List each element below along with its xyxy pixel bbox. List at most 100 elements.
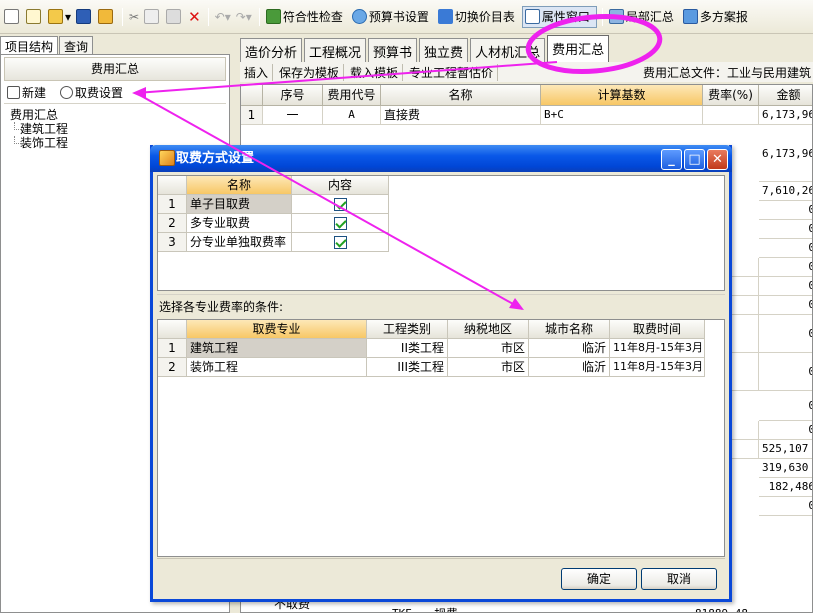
col-header-rate[interactable]: 费率(%): [703, 85, 759, 106]
cancel-button[interactable]: 取消: [641, 568, 717, 590]
budget-settings-button[interactable]: 预算书设置: [350, 6, 435, 28]
cell-region[interactable]: 市区: [448, 358, 529, 377]
export-icon[interactable]: [96, 6, 117, 28]
col-header-region[interactable]: 纳税地区: [448, 320, 529, 339]
tab-query[interactable]: 查询: [59, 36, 94, 54]
col-header-name[interactable]: 名称: [187, 176, 292, 195]
cell-amount[interactable]: 81889.48: [671, 605, 751, 612]
tree-item-building[interactable]: 建筑工程: [10, 122, 220, 136]
cell-city[interactable]: 临沂: [529, 358, 610, 377]
cell-amount[interactable]: 0: [759, 201, 812, 220]
cell-time[interactable]: 11年8月-15年3月: [610, 339, 705, 358]
maximize-button[interactable]: □: [684, 149, 705, 170]
paste-icon[interactable]: [164, 6, 185, 28]
cell-amount[interactable]: 0: [759, 220, 812, 239]
window-icon: [524, 9, 540, 24]
col-header-base[interactable]: 计算基数: [541, 85, 703, 106]
cell-amount[interactable]: 6,173,967: [759, 106, 812, 125]
cell-city[interactable]: 临沂: [529, 339, 610, 358]
cell-amount[interactable]: 525,107: [759, 440, 812, 459]
cell-region[interactable]: 市区: [448, 339, 529, 358]
cell-amount[interactable]: 0: [759, 497, 812, 516]
new-file-icon[interactable]: [2, 6, 23, 28]
cell-time[interactable]: 11年8月-15年3月: [610, 358, 705, 377]
col-header-city[interactable]: 城市名称: [529, 320, 610, 339]
cell-amount[interactable]: 0: [759, 421, 812, 440]
cell-amount[interactable]: 0: [759, 296, 812, 315]
cell-amount[interactable]: 319,630: [759, 459, 812, 478]
tree-root[interactable]: 费用汇总: [10, 108, 220, 122]
tab-budget[interactable]: 预算书: [368, 38, 418, 62]
cell-amount[interactable]: 0: [759, 353, 812, 391]
cell-code[interactable]: TKE: [389, 605, 429, 612]
option-checkbox[interactable]: [292, 233, 389, 252]
insert-button[interactable]: 插入: [240, 63, 274, 81]
ok-button[interactable]: 确定: [561, 568, 637, 590]
option-name[interactable]: 单子目取费: [187, 195, 292, 214]
plan-icon: [682, 9, 698, 24]
provisional-estimate-button[interactable]: 专业工程暂估价: [405, 63, 499, 81]
cell-name[interactable]: 规费: [431, 605, 491, 612]
open-folder-icon[interactable]: ▾: [46, 6, 73, 28]
cell-amount[interactable]: 0: [759, 391, 812, 421]
col-header-name[interactable]: 名称: [381, 85, 541, 106]
tab-independent-fee[interactable]: 独立费: [419, 38, 469, 62]
col-header-amount[interactable]: 金额: [759, 85, 812, 106]
switch-table-button[interactable]: 切换价目表: [436, 6, 521, 28]
app-icon: [159, 150, 175, 166]
option-checkbox[interactable]: [292, 195, 389, 214]
local-summary-button[interactable]: 局部汇总: [607, 6, 680, 28]
cell-amount[interactable]: 7,610,260: [759, 182, 812, 201]
option-name[interactable]: 分专业单独取费率: [187, 233, 292, 252]
cell-amount[interactable]: 0: [759, 315, 812, 353]
col-header-time[interactable]: 取费时间: [610, 320, 705, 339]
tab-cost-analysis[interactable]: 造价分析: [240, 38, 303, 62]
new-button[interactable]: 新建: [4, 84, 49, 101]
cut-icon[interactable]: ✂: [127, 6, 141, 28]
cell-amount[interactable]: 0: [759, 258, 812, 277]
minimize-button[interactable]: _: [661, 149, 682, 170]
undo-icon[interactable]: ↶▾: [213, 6, 233, 28]
col-header-content[interactable]: 内容: [292, 176, 389, 195]
load-template-button[interactable]: 载入模板: [346, 63, 404, 81]
cell-major[interactable]: 建筑工程: [187, 339, 367, 358]
sub-toolbar: 插入 保存为模板 载入模板 专业工程暂估价 费用汇总文件：工业与民用建筑: [240, 62, 813, 82]
cell-rate[interactable]: [703, 106, 759, 125]
save-template-button[interactable]: 保存为模板: [275, 63, 345, 81]
tab-labor-material-summary[interactable]: 人材机汇总: [470, 38, 546, 62]
cell-base[interactable]: B+C: [541, 106, 703, 125]
close-button[interactable]: ✕: [707, 149, 728, 170]
option-name[interactable]: 多专业取费: [187, 214, 292, 233]
fee-settings-button[interactable]: 取费设置: [57, 84, 126, 101]
compliance-check-button[interactable]: 符合性检查: [264, 6, 349, 28]
property-window-button[interactable]: 属性窗口: [521, 5, 597, 28]
col-header-code[interactable]: 费用代号: [323, 85, 381, 106]
redo-icon[interactable]: ↷▾: [234, 6, 254, 28]
col-header-seq[interactable]: 序号: [263, 85, 323, 106]
checkbox-checked-icon: [333, 236, 347, 249]
cell-seq[interactable]: 一: [263, 106, 323, 125]
cell-amount[interactable]: 0: [759, 277, 812, 296]
tab-project-structure[interactable]: 项目结构: [0, 36, 59, 54]
cell-code[interactable]: A: [323, 106, 381, 125]
cell-name[interactable]: 直接费: [381, 106, 541, 125]
multi-plan-button[interactable]: 多方案报: [681, 6, 754, 28]
cell-major[interactable]: 装饰工程: [187, 358, 367, 377]
cell-category[interactable]: III类工程: [367, 358, 448, 377]
copy-icon[interactable]: [142, 6, 163, 28]
col-header-major[interactable]: 取费专业: [187, 320, 367, 339]
cell-amount[interactable]: 6,173,967: [759, 125, 812, 182]
tab-fee-summary[interactable]: 费用汇总: [547, 35, 610, 62]
save-icon[interactable]: [74, 6, 95, 28]
delete-icon[interactable]: ✕: [186, 6, 203, 28]
grid-corner: [158, 176, 187, 195]
col-header-category[interactable]: 工程类别: [367, 320, 448, 339]
new-doc-icon[interactable]: [24, 6, 45, 28]
dialog-title[interactable]: 取费方式设置: [150, 145, 732, 172]
option-checkbox[interactable]: [292, 214, 389, 233]
cell-amount[interactable]: 0: [759, 239, 812, 258]
dialog-footer: 确定 取消: [157, 558, 725, 598]
cell-category[interactable]: II类工程: [367, 339, 448, 358]
tab-project-overview[interactable]: 工程概况: [304, 38, 367, 62]
cell-amount[interactable]: 182,486: [759, 478, 812, 497]
